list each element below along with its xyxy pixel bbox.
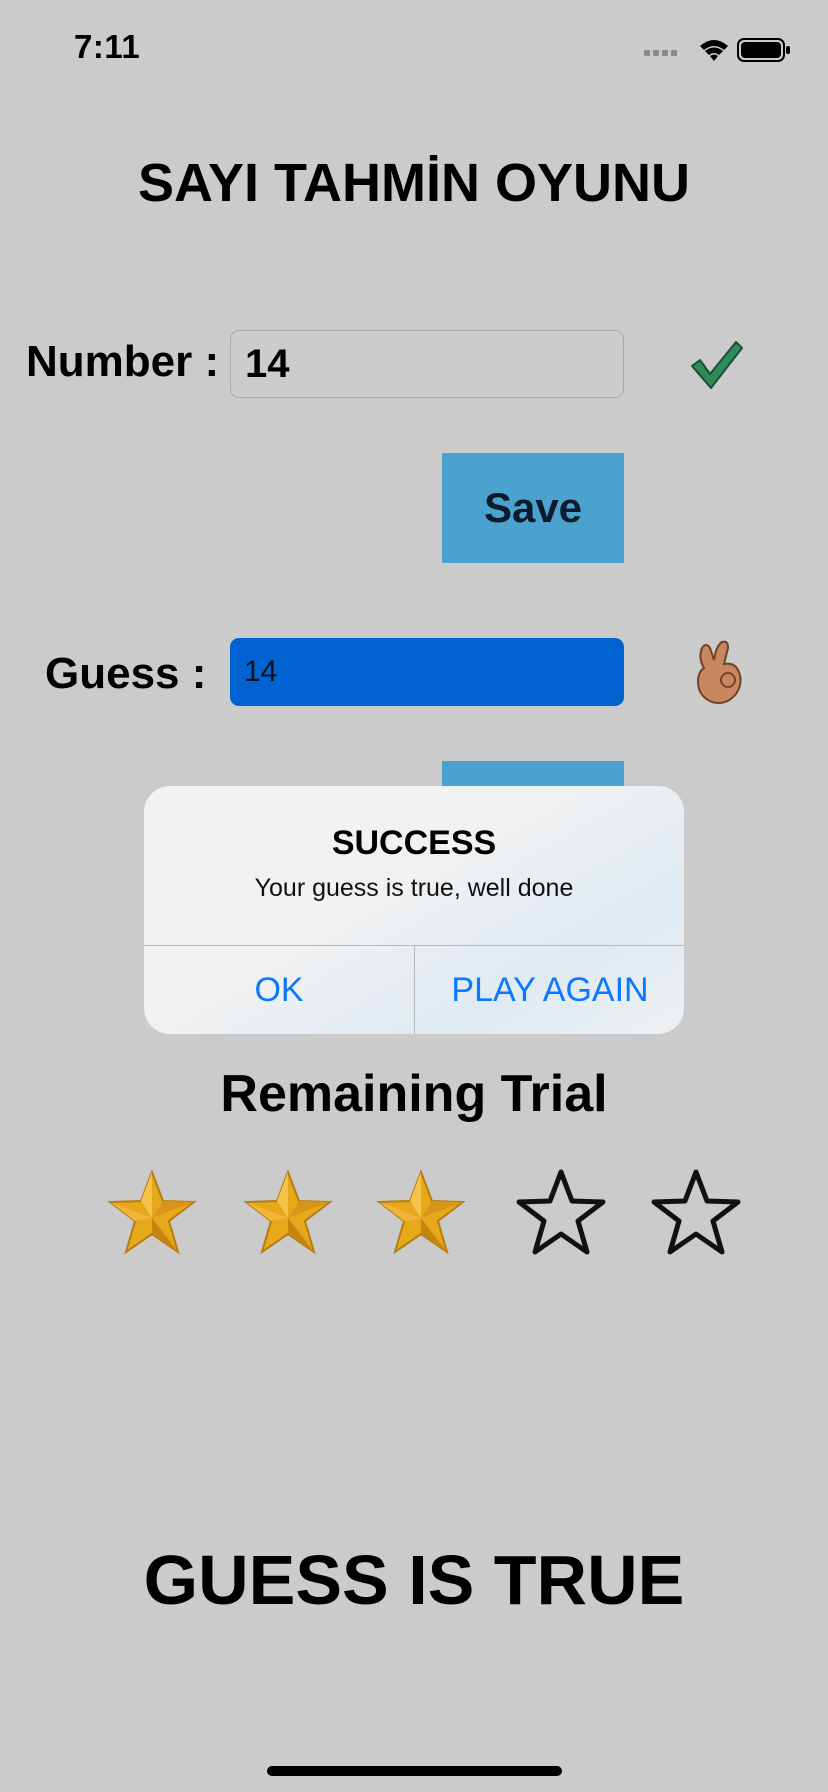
guess-label: Guess : [45,649,207,698]
checkmark-icon [688,338,744,394]
save-button[interactable]: Save [442,453,624,563]
page-title: SAYI TAHMİN OYUNU [137,153,691,213]
guess-input[interactable]: 14 [230,638,624,706]
play-again-button[interactable]: PLAY AGAIN [415,946,684,1034]
star-filled-icon [375,1168,467,1260]
ok-button[interactable]: OK [144,946,414,1034]
remaining-trial-label: Remaining Trial [220,1065,608,1123]
success-alert: SUCCESS Your guess is true, well done OK… [144,786,684,1034]
wifi-icon [700,40,728,61]
signal-icon [644,50,677,56]
star-filled-icon [242,1168,334,1260]
star-filled-icon [106,1168,198,1260]
star-empty-icon [515,1168,607,1260]
ok-hand-icon [690,638,746,708]
result-text: GUESS IS TRUE [143,1541,685,1619]
number-label: Number : [26,337,220,386]
guess-input-value: 14 [244,655,278,688]
number-input[interactable]: 14 [230,330,624,398]
alert-title: SUCCESS [331,824,497,862]
status-icons [642,36,792,66]
home-indicator[interactable] [267,1766,562,1776]
star-empty-icon [650,1168,742,1260]
status-time: 7:11 [74,28,141,65]
alert-message: Your guess is true, well done [254,874,574,902]
battery-icon [737,38,790,62]
number-input-value: 14 [245,341,290,386]
